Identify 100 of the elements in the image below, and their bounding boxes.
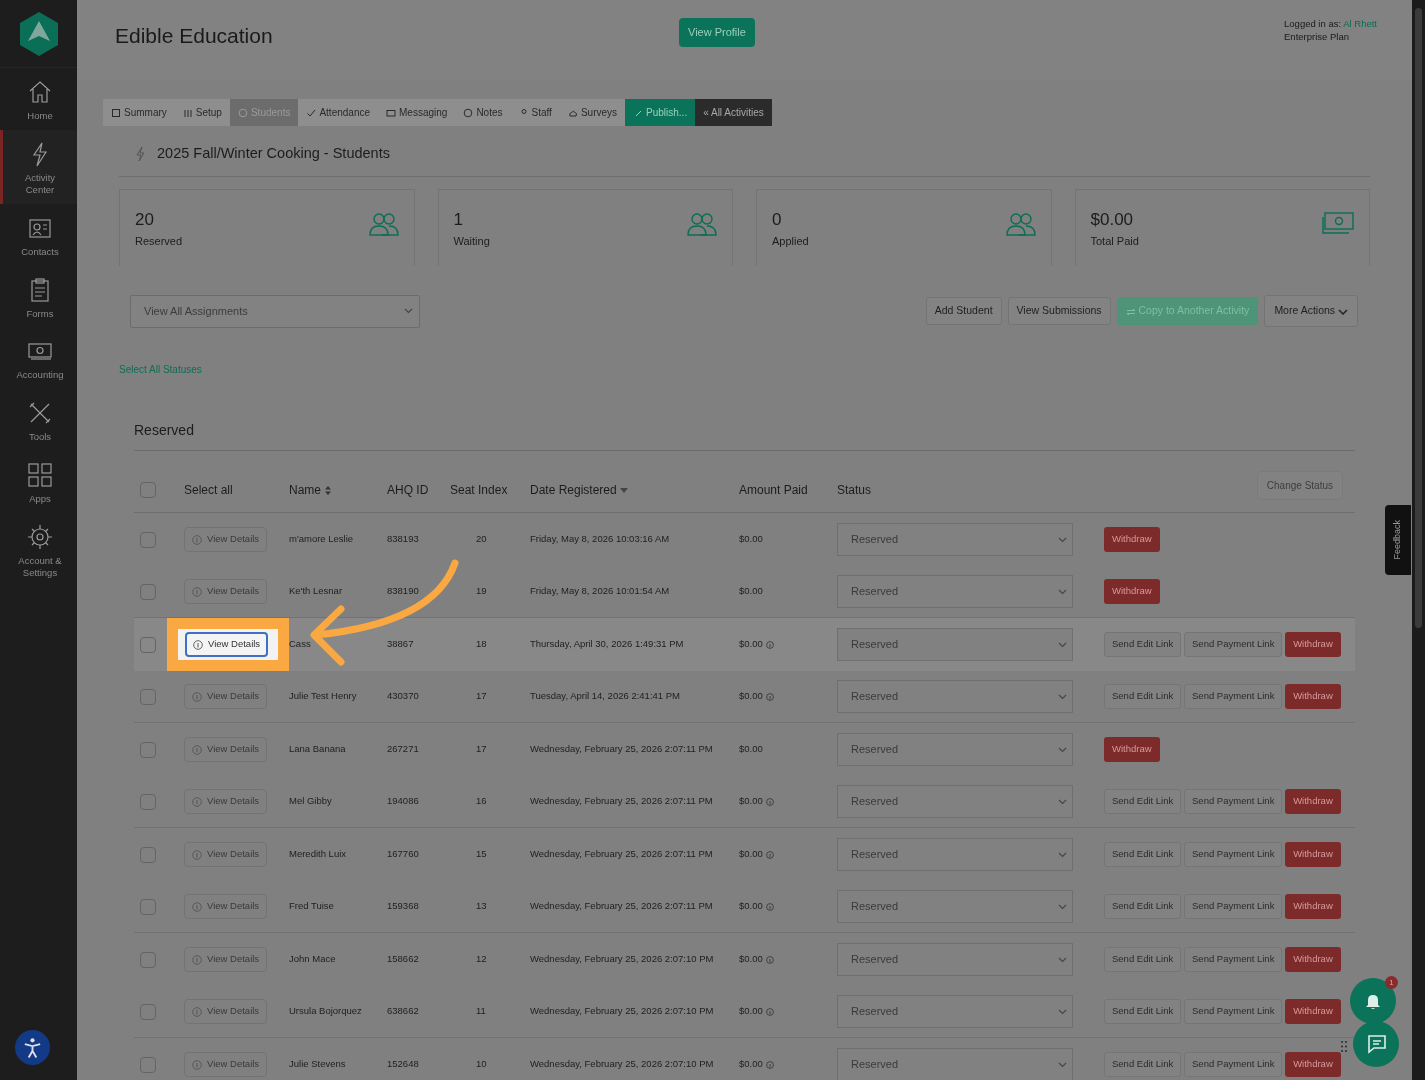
status-select[interactable]: Reserved [837,733,1073,766]
column-header[interactable]: Date Registered [530,480,739,499]
checkbox[interactable] [140,636,156,653]
view-details-button[interactable]: View Details [184,684,268,709]
row-action-button[interactable]: Send Edit Link [1104,684,1182,709]
view-details-button[interactable]: View Details [184,947,268,972]
checkbox[interactable] [140,1003,156,1020]
tab[interactable]: Staff [510,99,560,126]
assignment-select[interactable]: View All Assignments [130,294,420,328]
status-select[interactable]: Reserved [837,1048,1073,1080]
status-select[interactable]: Reserved [837,680,1073,713]
row-action-button[interactable]: Send Payment Link [1184,789,1283,814]
status-select[interactable]: Reserved [837,785,1073,818]
tab[interactable]: Notes [455,99,511,126]
view-details-button[interactable]: View Details [184,789,268,814]
action-button[interactable]: Add Student [925,297,1002,326]
action-button[interactable]: View Submissions [1007,297,1111,326]
column-header[interactable]: Seat Index [450,480,530,499]
status-select[interactable]: Reserved [837,628,1073,661]
row-action-button[interactable]: Send Payment Link [1184,894,1283,919]
column-header[interactable]: AHQ ID [387,480,450,499]
tab[interactable]: « All Activities [695,99,772,126]
row-action-button[interactable]: Send Edit Link [1104,947,1182,972]
withdraw-button[interactable]: Withdraw [1285,684,1341,709]
row-action-button[interactable]: Send Edit Link [1104,789,1182,814]
column-header[interactable]: Amount Paid [739,480,837,499]
row-action-button[interactable]: Send Edit Link [1104,894,1182,919]
withdraw-button[interactable]: Withdraw [1285,632,1341,657]
sidebar-item[interactable]: Accounting [0,327,77,390]
view-details-button[interactable]: View Details [184,1052,268,1077]
sidebar-item[interactable]: Forms [0,265,77,328]
row-action-button[interactable]: Send Payment Link [1184,684,1283,709]
sidebar-item[interactable]: Account & Settings [0,513,77,587]
sidebar-item[interactable]: Apps [0,451,77,513]
checkbox[interactable] [140,741,156,758]
status-select[interactable]: Reserved [837,838,1073,871]
withdraw-button[interactable]: Withdraw [1104,579,1160,604]
row-action-button[interactable]: Send Edit Link [1104,1052,1182,1077]
tab[interactable]: Summary [103,99,175,126]
checkbox[interactable] [140,531,156,548]
row-action-button[interactable]: Send Payment Link [1184,842,1283,867]
checkbox[interactable] [140,898,156,915]
checkbox[interactable] [140,481,156,498]
sidebar-item[interactable]: Activity Center [0,129,77,204]
view-details-button[interactable]: View Details [185,632,269,657]
drag-handle-icon[interactable] [1340,1040,1348,1053]
row-action-button[interactable]: Send Edit Link [1104,842,1182,867]
tab[interactable]: Attendance [298,99,379,126]
row-action-button[interactable]: Send Payment Link [1184,999,1283,1024]
checkbox[interactable] [140,583,156,600]
withdraw-button[interactable]: Withdraw [1285,842,1341,867]
chat-button[interactable] [1353,1021,1399,1067]
row-action-button[interactable]: Send Payment Link [1184,632,1283,657]
sidebar-item[interactable]: Contacts [0,203,77,266]
row-action-button[interactable]: Send Edit Link [1104,632,1182,657]
change-status-button[interactable]: Change Status [1256,471,1343,501]
withdraw-button[interactable]: Withdraw [1104,737,1160,762]
withdraw-button[interactable]: Withdraw [1285,999,1341,1024]
withdraw-button[interactable]: Withdraw [1104,527,1160,552]
column-header[interactable]: Name [289,480,387,499]
status-select[interactable]: Reserved [837,995,1073,1028]
withdraw-button[interactable]: Withdraw [1285,894,1341,919]
view-details-button[interactable]: View Details [184,579,268,604]
row-action-button[interactable]: Send Payment Link [1184,947,1283,972]
notification-button[interactable]: 1 [1350,978,1396,1024]
withdraw-button[interactable]: Withdraw [1285,789,1341,814]
student-id: 267271 [387,742,420,757]
checkbox[interactable] [140,846,156,863]
feedback-tab[interactable]: Feedback [1385,505,1411,575]
checkbox[interactable] [140,1056,156,1073]
sidebar-item[interactable]: Home [0,68,77,130]
status-select[interactable]: Reserved [837,523,1073,556]
view-details-button[interactable]: View Details [184,527,268,552]
row-action-button[interactable]: Send Payment Link [1184,1052,1283,1077]
view-details-button[interactable]: View Details [184,737,268,762]
tab[interactable]: Setup [174,99,230,126]
scrollbar[interactable] [1412,0,1425,1080]
view-details-button[interactable]: View Details [184,999,268,1024]
row-action-button[interactable]: Send Edit Link [1104,999,1182,1024]
tab[interactable]: Surveys [559,99,626,126]
tab[interactable]: Messaging [378,99,456,126]
registration-date: Wednesday, February 25, 2026 2:07:11 PM [530,742,714,757]
status-select[interactable]: Reserved [837,943,1073,976]
sidebar-item[interactable]: Tools [0,389,77,452]
tab[interactable]: Publish... [625,99,696,126]
withdraw-button[interactable]: Withdraw [1285,1052,1341,1077]
withdraw-button[interactable]: Withdraw [1285,947,1341,972]
view-details-button[interactable]: View Details [184,842,268,867]
view-details-button[interactable]: View Details [184,894,268,919]
status-select[interactable]: Reserved [837,575,1073,608]
column-header[interactable]: Status [837,480,1088,499]
checkbox[interactable] [140,793,156,810]
more-actions-button[interactable]: More Actions [1264,295,1358,328]
stat-label: Applied [772,233,809,249]
checkbox[interactable] [140,951,156,968]
view-profile-button[interactable]: View Profile [679,18,755,47]
chevron-down-icon [1058,641,1067,648]
checkbox[interactable] [140,688,156,705]
page-title: Edible Education [115,23,274,49]
status-select[interactable]: Reserved [837,890,1073,923]
